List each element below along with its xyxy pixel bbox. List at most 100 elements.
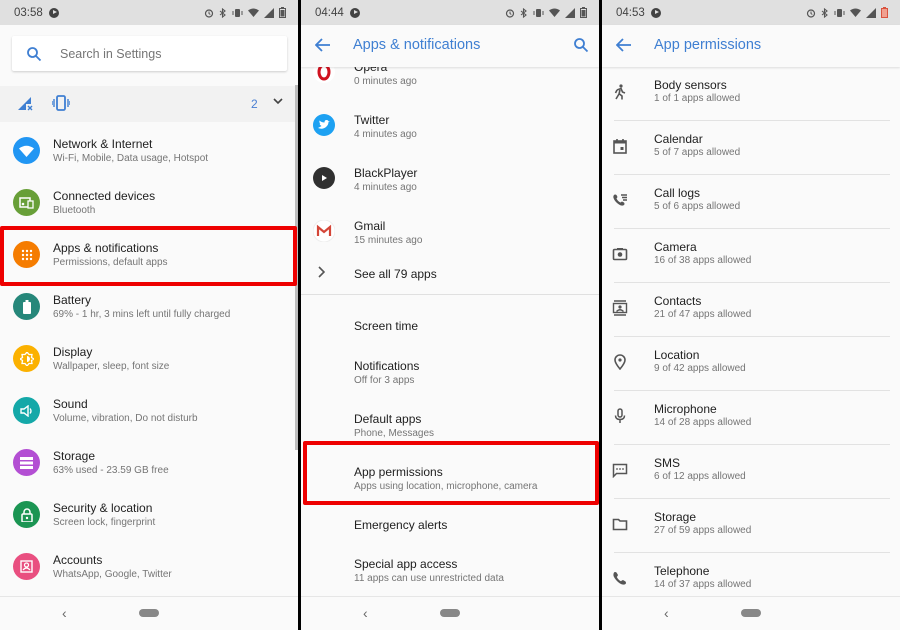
vibrate-mode-icon <box>52 95 70 111</box>
item-title: Connected devices <box>53 189 156 203</box>
app-name: BlackPlayer <box>354 166 418 180</box>
app-name: Gmail <box>354 219 386 233</box>
permission-call-logs[interactable]: Call logs 5 of 6 apps allowed <box>602 175 900 229</box>
settings-item-battery[interactable]: Battery 69% - 1 hr, 3 mins left until ful… <box>0 283 296 335</box>
permission-name: Storage <box>654 510 697 524</box>
app-bar: Apps & notifications <box>301 25 599 67</box>
permission-name: Microphone <box>654 402 717 416</box>
settings-item-sound[interactable]: Sound Volume, vibration, Do not disturb <box>0 387 296 439</box>
item-subtitle: Volume, vibration, Do not disturb <box>53 413 198 424</box>
twitter-icon <box>313 114 335 136</box>
item-title: Network & Internet <box>53 137 153 151</box>
item-title: Screen time <box>354 319 419 333</box>
menu-item-special-app-access[interactable]: Special app access 11 apps can use unrest… <box>301 548 599 600</box>
settings-item-connected-devices[interactable]: Connected devices Bluetooth <box>0 179 296 231</box>
gmail-icon <box>313 220 335 242</box>
settings-search-bar[interactable]: Search in Settings <box>12 36 287 71</box>
wifi-icon <box>850 8 861 17</box>
page-title: Apps & notifications <box>353 37 481 53</box>
item-title: Security & location <box>53 501 153 515</box>
search-icon[interactable] <box>573 37 589 53</box>
permission-name: Body sensors <box>654 78 727 92</box>
item-subtitle: Wallpaper, sleep, font size <box>53 361 170 372</box>
battery-icon <box>279 7 286 18</box>
item-subtitle: 63% used - 23.59 GB free <box>53 465 169 476</box>
contacts-icon <box>612 300 628 316</box>
brightness-icon <box>13 345 40 372</box>
back-arrow-icon[interactable] <box>315 38 331 52</box>
permission-count: 6 of 12 apps allowed <box>654 471 746 482</box>
nav-home-button[interactable] <box>139 609 159 617</box>
nav-home-button[interactable] <box>440 609 460 617</box>
permission-name: Contacts <box>654 294 702 308</box>
back-arrow-icon[interactable] <box>616 38 632 52</box>
nav-home-button[interactable] <box>741 609 761 617</box>
settings-screen: 03:58 Search in Settings 2 Network & Int… <box>0 0 298 630</box>
item-subtitle: 11 apps can use unrestricted data <box>354 573 504 584</box>
bluetooth-icon <box>520 7 527 18</box>
status-bar: 04:53 <box>602 0 900 25</box>
menu-item-notifications[interactable]: Notifications Off for 3 apps <box>301 350 599 402</box>
settings-item-storage[interactable]: Storage 63% used - 23.59 GB free <box>0 439 296 491</box>
permission-contacts[interactable]: Contacts 21 of 47 apps allowed <box>602 283 900 337</box>
permission-location[interactable]: Location 9 of 42 apps allowed <box>602 337 900 391</box>
permission-camera[interactable]: Camera 16 of 38 apps allowed <box>602 229 900 283</box>
permission-name: Camera <box>654 240 697 254</box>
permission-storage[interactable]: Storage 27 of 59 apps allowed <box>602 499 900 553</box>
battery-icon <box>13 293 40 320</box>
settings-item-accounts[interactable]: Accounts WhatsApp, Google, Twitter <box>0 543 296 595</box>
permission-name: Telephone <box>654 564 710 578</box>
recent-app-twitter[interactable]: Twitter 4 minutes ago <box>301 104 599 156</box>
permission-sms[interactable]: SMS 6 of 12 apps allowed <box>602 445 900 499</box>
chevron-down-icon[interactable] <box>273 98 283 105</box>
permission-name: Call logs <box>654 186 701 200</box>
vibrate-icon <box>533 8 544 17</box>
navigation-bar: ‹ <box>602 596 900 630</box>
highlight-box <box>303 441 599 505</box>
nav-back-button[interactable]: ‹ <box>363 605 368 621</box>
permission-body-sensors[interactable]: Body sensors 1 of 1 apps allowed <box>602 67 900 121</box>
body-sensors-icon <box>612 84 628 100</box>
nav-back-button[interactable]: ‹ <box>62 605 67 621</box>
nav-back-button[interactable]: ‹ <box>664 605 669 621</box>
app-name: Twitter <box>354 113 390 127</box>
call-log-icon <box>612 192 628 208</box>
media-play-icon <box>48 7 59 18</box>
signal-icon <box>866 7 876 18</box>
item-subtitle: 69% - 1 hr, 3 mins left until fully char… <box>53 309 231 320</box>
permission-microphone[interactable]: Microphone 14 of 28 apps allowed <box>602 391 900 445</box>
recent-app-gmail[interactable]: Gmail 15 minutes ago <box>301 210 599 262</box>
permission-count: 27 of 59 apps allowed <box>654 525 752 536</box>
item-subtitle: WhatsApp, Google, Twitter <box>53 569 172 580</box>
permission-count: 5 of 7 apps allowed <box>654 147 741 158</box>
item-subtitle: Screen lock, fingerprint <box>53 517 156 528</box>
navigation-bar: ‹ <box>0 596 298 630</box>
app-permissions-screen: 04:53 App permissions Body sensors 1 of 1… <box>602 0 900 630</box>
battery-icon <box>580 7 587 18</box>
see-all-apps-button[interactable]: See all 79 apps <box>301 262 599 292</box>
camera-icon <box>612 246 628 262</box>
status-icons <box>204 7 286 18</box>
conditional-count: 2 <box>251 97 258 111</box>
blackplayer-icon <box>313 167 335 189</box>
settings-item-security-location[interactable]: Security & location Screen lock, fingerpr… <box>0 491 296 543</box>
alarm-icon <box>204 8 214 18</box>
storage-icon <box>13 449 40 476</box>
recent-app-blackplayer[interactable]: BlackPlayer 4 minutes ago <box>301 157 599 209</box>
app-last-used: 4 minutes ago <box>354 182 417 193</box>
conditional-suggestions-bar[interactable]: 2 <box>0 86 296 122</box>
calendar-icon <box>612 138 628 154</box>
permission-count: 14 of 28 apps allowed <box>654 417 752 428</box>
apps-notifications-screen: 04:44 Apps & notifications Opera 0 minute… <box>301 0 599 630</box>
alarm-icon <box>505 8 515 18</box>
highlight-box <box>0 226 297 286</box>
vibrate-icon <box>232 8 243 17</box>
item-title: Battery <box>53 293 92 307</box>
settings-item-display[interactable]: Display Wallpaper, sleep, font size <box>0 335 296 387</box>
item-title: Sound <box>53 397 88 411</box>
permission-calendar[interactable]: Calendar 5 of 7 apps allowed <box>602 121 900 175</box>
permission-count: 9 of 42 apps allowed <box>654 363 746 374</box>
search-icon <box>27 46 42 61</box>
settings-item-network-internet[interactable]: Network & Internet Wi-Fi, Mobile, Data us… <box>0 127 296 179</box>
signal-icon <box>565 7 575 18</box>
